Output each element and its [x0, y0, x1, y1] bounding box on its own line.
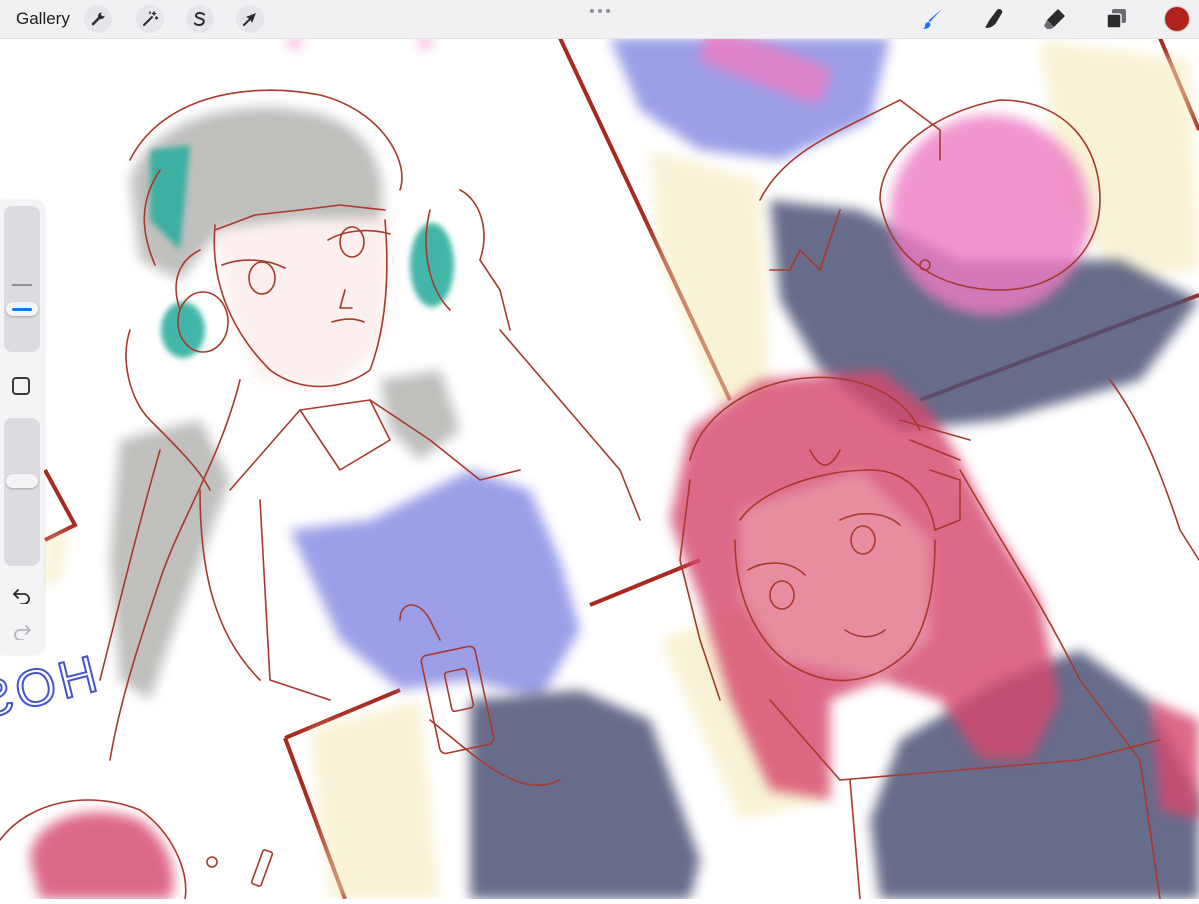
eraser-icon[interactable] [1040, 5, 1070, 33]
redo-icon[interactable] [10, 620, 34, 642]
artwork: HOS [0, 26, 1199, 900]
left-sidebar [0, 200, 44, 655]
magic-wand-icon[interactable] [136, 5, 164, 33]
smudge-finger-icon[interactable] [979, 5, 1009, 33]
brush-icon[interactable] [918, 5, 948, 33]
drawing-canvas[interactable]: HOS [0, 26, 1199, 900]
selection-s-icon[interactable] [186, 5, 214, 33]
undo-icon[interactable] [10, 584, 34, 606]
canvas-mirrored-text: HOS [0, 645, 103, 731]
arrow-cursor-icon[interactable] [236, 5, 264, 33]
grab-handle-icon[interactable] [589, 8, 611, 14]
opacity-slider[interactable] [4, 418, 40, 566]
gallery-button[interactable]: Gallery [16, 9, 70, 29]
square-icon[interactable] [12, 377, 30, 395]
brush-size-slider[interactable] [4, 206, 40, 352]
color-swatch[interactable] [1165, 7, 1189, 31]
layers-icon[interactable] [1101, 5, 1131, 33]
wrench-icon[interactable] [84, 5, 112, 33]
brush-size-thumb[interactable] [6, 302, 38, 316]
top-toolbar: Gallery [0, 0, 1199, 39]
opacity-thumb[interactable] [6, 474, 38, 488]
